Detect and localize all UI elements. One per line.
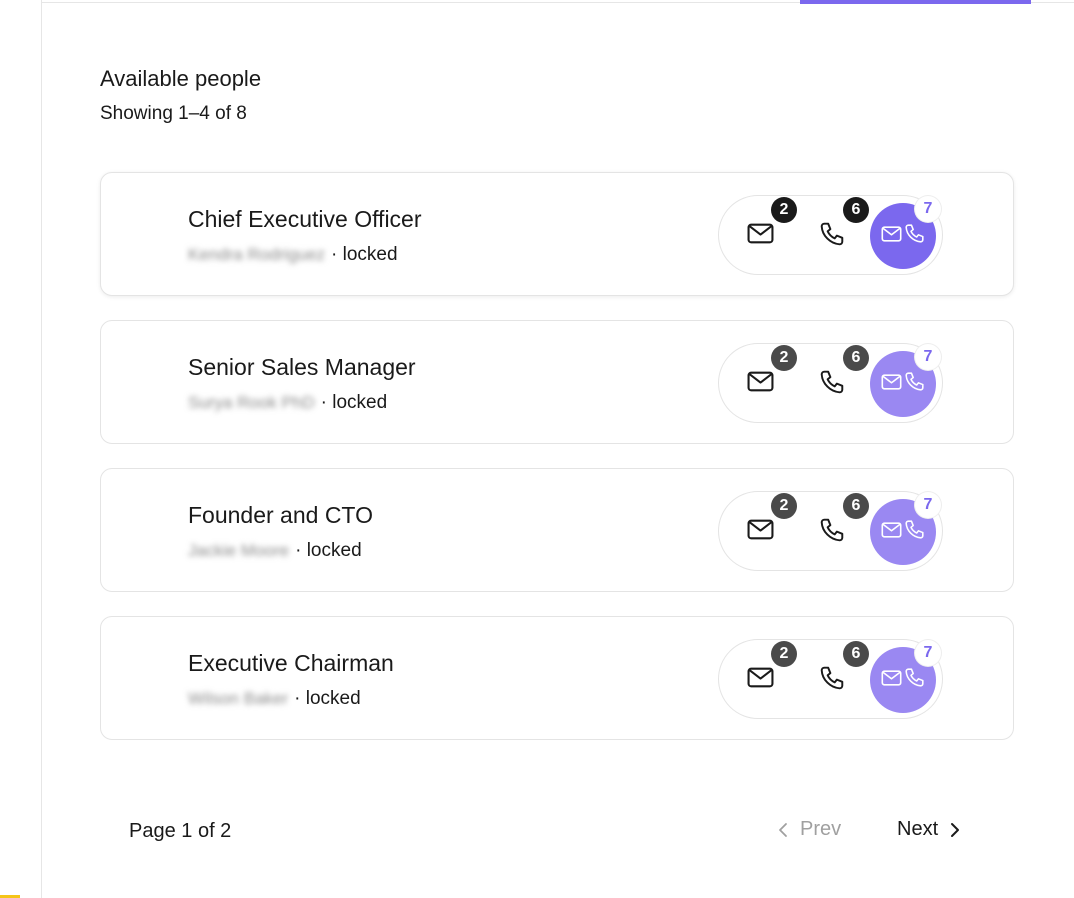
person-status: · locked (320, 392, 388, 413)
person-name-blurred: Jackie Moore (188, 541, 290, 560)
person-name-blurred: Kendra Rodriguez (188, 245, 326, 264)
contact-actions: 2 6 7 (718, 491, 943, 571)
person-subline: Kendra Rodriguez · locked (188, 244, 398, 266)
email-and-phone-count-badge: 7 (915, 344, 941, 370)
email-count-badge: 2 (771, 197, 797, 223)
person-job-title: Chief Executive Officer (188, 206, 422, 232)
person-name-blurred: Wilson Baker (188, 689, 289, 708)
person-job-title: Executive Chairman (188, 650, 394, 676)
pagination-label: Page 1 of 2 (129, 820, 232, 842)
person-card[interactable]: Executive Chairman Wilson Baker · locked 2 6… (100, 616, 1014, 740)
phone-button[interactable] (812, 216, 852, 256)
phone-count-badge: 6 (843, 345, 869, 371)
person-subline: Jackie Moore · locked (188, 540, 362, 562)
mail-icon (881, 225, 902, 247)
person-card[interactable]: Founder and CTO Jackie Moore · locked 2 6 7 (100, 468, 1014, 592)
phone-count-badge: 6 (843, 641, 869, 667)
active-tab-indicator (800, 0, 1031, 4)
person-job-title: Founder and CTO (188, 502, 373, 528)
phone-icon (819, 369, 845, 400)
app-frame: Available people Showing 1–4 of 8 Chief … (0, 0, 1074, 898)
phone-icon (904, 371, 925, 397)
email-button[interactable] (740, 364, 780, 404)
next-page-button[interactable]: Next (897, 818, 960, 841)
email-and-phone-count-badge: 7 (915, 640, 941, 666)
person-status: · locked (331, 244, 398, 265)
phone-icon (819, 221, 845, 252)
phone-icon (819, 517, 845, 548)
chevron-right-icon (951, 822, 960, 837)
page-title: Available people (100, 66, 262, 91)
person-card[interactable]: Senior Sales Manager Surya Rook PhD · lock… (100, 320, 1014, 444)
mail-icon (747, 519, 774, 545)
email-button[interactable] (740, 660, 780, 700)
email-and-phone-count-badge: 7 (915, 196, 941, 222)
person-job-title: Senior Sales Manager (188, 354, 416, 380)
person-card[interactable]: Chief Executive Officer Kendra Rodriguez ·… (100, 172, 1014, 296)
mail-icon (881, 521, 902, 543)
person-name-blurred: Surya Rook PhD (188, 393, 315, 412)
mail-icon (747, 223, 774, 249)
mail-icon (747, 667, 774, 693)
email-count-badge: 2 (771, 493, 797, 519)
email-count-badge: 2 (771, 641, 797, 667)
next-page-label: Next (897, 818, 939, 840)
phone-icon (819, 665, 845, 696)
phone-button[interactable] (812, 660, 852, 700)
phone-icon (904, 519, 925, 545)
person-subline: Wilson Baker · locked (188, 688, 361, 710)
contact-actions: 2 6 7 (718, 639, 943, 719)
prev-page-label: Prev (800, 818, 842, 840)
email-button[interactable] (740, 216, 780, 256)
person-status: · locked (295, 540, 362, 561)
phone-count-badge: 6 (843, 493, 869, 519)
chevron-left-icon (779, 822, 787, 837)
prev-page-button[interactable]: Prev (778, 818, 841, 841)
mail-icon (881, 373, 902, 395)
phone-icon (904, 223, 925, 249)
email-button[interactable] (740, 512, 780, 552)
contact-actions: 2 6 7 (718, 195, 943, 275)
phone-button[interactable] (812, 512, 852, 552)
person-subline: Surya Rook PhD · locked (188, 392, 387, 414)
results-count: Showing 1–4 of 8 (100, 103, 247, 124)
email-count-badge: 2 (771, 345, 797, 371)
person-status: · locked (294, 688, 361, 709)
mail-icon (881, 669, 902, 691)
phone-icon (904, 667, 925, 693)
phone-count-badge: 6 (843, 197, 869, 223)
mail-icon (747, 371, 774, 397)
left-sidebar (0, 0, 42, 898)
contact-actions: 2 6 7 (718, 343, 943, 423)
phone-button[interactable] (812, 364, 852, 404)
email-and-phone-count-badge: 7 (915, 492, 941, 518)
